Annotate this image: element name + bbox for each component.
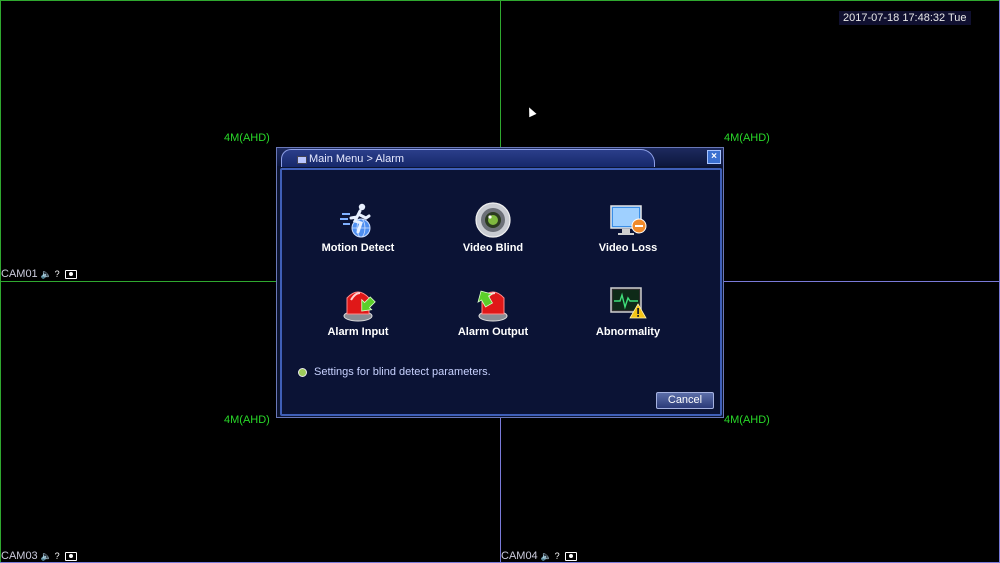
record-icon bbox=[64, 269, 77, 279]
dialog-title: Main Menu > Alarm bbox=[309, 152, 405, 165]
video-blind-icon bbox=[475, 202, 511, 238]
datetime-display: 2017-07-18 17:48:32 Tue bbox=[839, 11, 971, 25]
hint-row: Settings for blind detect parameters. bbox=[298, 366, 491, 378]
channel-3-resolution: 4M(AHD) bbox=[224, 414, 270, 426]
record-icon bbox=[564, 551, 577, 561]
close-button[interactable]: × bbox=[707, 150, 721, 164]
camera-name: CAM03 bbox=[1, 550, 38, 562]
question-icon: ? bbox=[54, 550, 60, 561]
alarm-output-icon bbox=[477, 290, 508, 322]
menu-item-video-loss[interactable]: Video Loss bbox=[568, 202, 688, 254]
menu-item-video-blind[interactable]: Video Blind bbox=[433, 202, 553, 254]
menu-item-label: Video Blind bbox=[462, 242, 524, 254]
menu-item-abnormality[interactable]: Abnormality bbox=[568, 284, 688, 338]
camera-label-cam01[interactable]: CAM01 🔈 ? bbox=[1, 268, 77, 280]
question-icon: ? bbox=[54, 268, 60, 279]
menu-item-label: Motion Detect bbox=[321, 242, 395, 254]
menu-icon bbox=[296, 154, 307, 164]
hint-text: Settings for blind detect parameters. bbox=[314, 366, 491, 378]
menu-item-label: Video Loss bbox=[598, 242, 658, 254]
info-dot-icon bbox=[298, 367, 307, 377]
menu-item-label: Abnormality bbox=[595, 326, 661, 338]
channel-4-resolution: 4M(AHD) bbox=[724, 414, 770, 426]
dialog-panel: Motion Detect Video Blind Video Loss Ala… bbox=[280, 168, 722, 416]
title-tab: Main Menu > Alarm bbox=[281, 149, 655, 167]
video-loss-icon bbox=[610, 205, 647, 235]
menu-item-label: Alarm Output bbox=[457, 326, 529, 338]
mouse-cursor-icon bbox=[525, 105, 537, 118]
cancel-button[interactable]: Cancel bbox=[656, 392, 714, 409]
alarm-menu-dialog: Main Menu > Alarm × Motion Detect Video … bbox=[276, 147, 724, 418]
menu-item-motion-detect[interactable]: Motion Detect bbox=[298, 202, 418, 254]
menu-item-alarm-input[interactable]: Alarm Input bbox=[298, 284, 418, 338]
channel-1-resolution: 4M(AHD) bbox=[224, 132, 270, 144]
question-icon: ? bbox=[554, 550, 560, 561]
abnormality-icon bbox=[610, 287, 647, 319]
motion-detect-icon bbox=[340, 203, 371, 238]
alarm-input-icon bbox=[343, 291, 376, 322]
channel-2-resolution: 4M(AHD) bbox=[724, 132, 770, 144]
camera-name: CAM04 bbox=[501, 550, 538, 562]
camera-label-cam03[interactable]: CAM03 🔈 ? bbox=[1, 550, 77, 562]
camera-name: CAM01 bbox=[1, 268, 38, 280]
speaker-icon: 🔈 bbox=[40, 550, 52, 561]
menu-item-label: Alarm Input bbox=[327, 326, 389, 338]
menu-item-alarm-output[interactable]: Alarm Output bbox=[433, 284, 553, 338]
speaker-icon: 🔈 bbox=[540, 550, 552, 561]
camera-label-cam04[interactable]: CAM04 🔈 ? bbox=[501, 550, 577, 562]
dialog-titlebar: Main Menu > Alarm × bbox=[277, 148, 723, 167]
speaker-icon: 🔈 bbox=[40, 268, 52, 279]
record-icon bbox=[64, 551, 77, 561]
